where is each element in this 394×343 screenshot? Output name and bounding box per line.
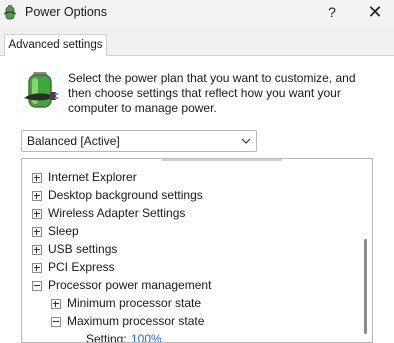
advanced-settings-panel: Select the power plan that you want to c… [0, 55, 394, 343]
settings-tree[interactable]: Internet Explorer Desktop background set… [21, 158, 373, 343]
tab-advanced-settings[interactable]: Advanced settings [4, 34, 107, 56]
dialog-body: Advanced settings Select the power plan … [0, 26, 394, 343]
help-button[interactable]: ? [322, 2, 342, 22]
title-bar: Power Options ? ✕ [0, 0, 394, 26]
tree-item-sleep[interactable]: Sleep [22, 223, 352, 241]
power-plan-dropdown[interactable]: Balanced [Active] [21, 130, 257, 152]
tree-item-wireless-adapter[interactable]: Wireless Adapter Settings [22, 205, 352, 223]
tree-item-internet-explorer[interactable]: Internet Explorer [22, 169, 352, 187]
tree-item-label: Minimum processor state [67, 296, 202, 310]
expand-plus-icon[interactable] [32, 227, 42, 237]
expand-plus-icon[interactable] [32, 209, 42, 219]
power-options-app-icon [3, 5, 17, 20]
tree-item-label: Desktop background settings [48, 188, 203, 202]
collapse-minus-icon[interactable] [51, 317, 61, 327]
tree-item-label: USB settings [48, 242, 118, 256]
power-plan-selected: Balanced [Active] [27, 134, 120, 148]
tree-item-setting[interactable]: Setting: 100% [22, 331, 352, 343]
tree-item-processor-power-management[interactable]: Processor power management [22, 277, 352, 295]
chevron-down-icon [241, 138, 251, 144]
tree-item-minimum-processor-state[interactable]: Minimum processor state [22, 295, 352, 313]
tree-item-usb-settings[interactable]: USB settings [22, 241, 352, 259]
window-title: Power Options [25, 5, 107, 19]
tree-item-label: Wireless Adapter Settings [48, 206, 186, 220]
tree-item-maximum-processor-state[interactable]: Maximum processor state [22, 313, 352, 331]
setting-label: Setting: [86, 332, 127, 343]
tree-scrollbar-thumb[interactable] [364, 239, 367, 334]
expand-plus-icon[interactable] [32, 191, 42, 201]
close-button[interactable]: ✕ [364, 1, 386, 23]
setting-value-link[interactable]: 100% [131, 332, 162, 342]
tree-item-label: Sleep [48, 224, 79, 238]
expand-plus-icon[interactable] [32, 245, 42, 255]
tree-item-label: Processor power management [48, 278, 212, 292]
tree-scroll-divider [162, 159, 282, 161]
tree-item-desktop-background[interactable]: Desktop background settings [22, 187, 352, 205]
battery-plug-icon [24, 72, 58, 108]
tree-item-label: Maximum processor state [67, 314, 205, 328]
plan-description: Select the power plan that you want to c… [68, 71, 356, 115]
expand-plus-icon[interactable] [51, 299, 61, 309]
tree-item-label: PCI Express [48, 260, 115, 274]
tree-item-pci-express[interactable]: PCI Express [22, 259, 352, 277]
expand-plus-icon[interactable] [32, 263, 42, 273]
expand-plus-icon[interactable] [32, 173, 42, 183]
tree-item-label: Internet Explorer [48, 170, 137, 184]
collapse-minus-icon[interactable] [32, 281, 42, 291]
